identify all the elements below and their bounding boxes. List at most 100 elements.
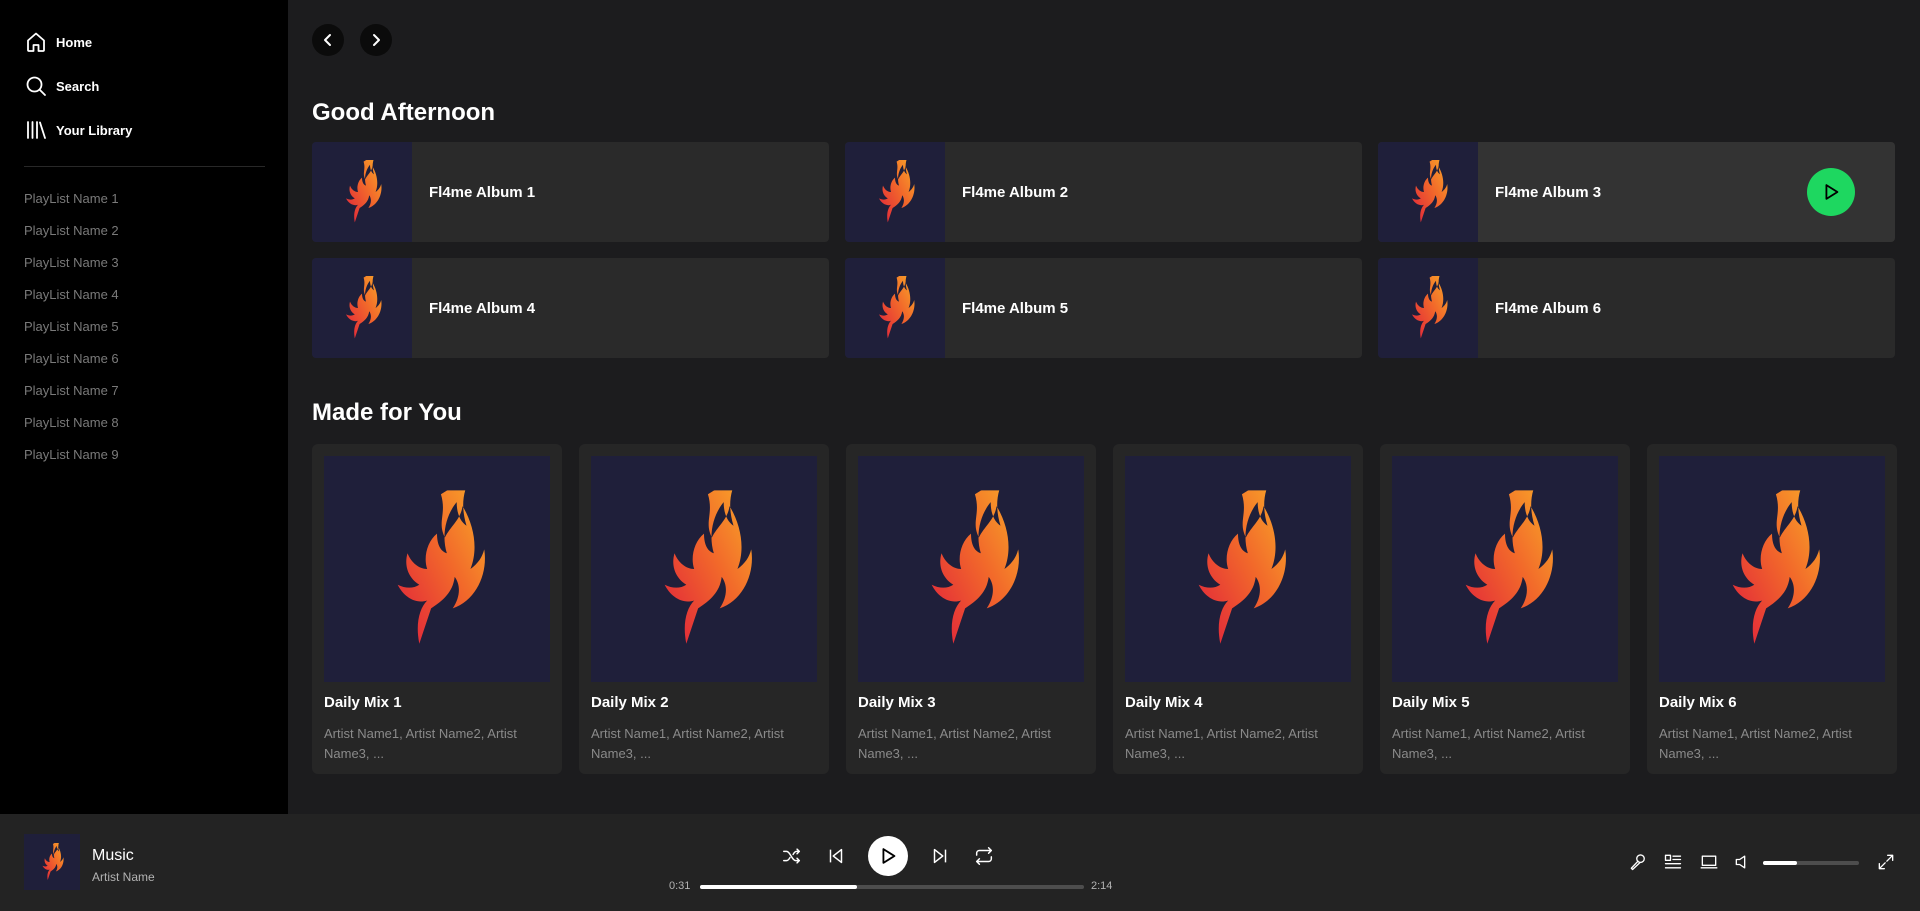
flame-logo-icon — [1713, 490, 1831, 648]
album-cover — [312, 142, 412, 242]
album-card[interactable]: Fl4me Album 6 — [1378, 258, 1895, 358]
mix-subtitle: Artist Name1, Artist Name2, Artist Name3… — [1659, 726, 1852, 761]
sidebar-playlist-item[interactable]: PlayList Name 1 — [24, 191, 288, 223]
now-playing-title[interactable]: Music — [92, 847, 134, 865]
elapsed-time: 0:31 — [669, 880, 691, 892]
album-title: Fl4me Album 6 — [1495, 299, 1602, 317]
flame-logo-icon — [378, 490, 496, 648]
fullscreen-button[interactable] — [1875, 851, 1897, 873]
flame-logo-icon — [1446, 490, 1564, 648]
sidebar-playlist-item[interactable]: PlayList Name 7 — [24, 383, 288, 415]
mix-subtitle: Artist Name1, Artist Name2, Artist Name3… — [591, 726, 784, 761]
progress-bar[interactable] — [700, 885, 1084, 889]
album-card[interactable]: Fl4me Album 1 — [312, 142, 829, 242]
nav-home[interactable]: Home — [24, 20, 288, 64]
volume-icon — [1735, 855, 1746, 869]
volume-button[interactable] — [1732, 851, 1754, 873]
microphone-icon — [1630, 854, 1645, 871]
mix-title: Daily Mix 2 — [591, 694, 669, 711]
mix-card[interactable]: Daily Mix 1 Artist Name1, Artist Name2, … — [312, 444, 562, 774]
sidebar-playlist-item[interactable]: PlayList Name 8 — [24, 415, 288, 447]
play-icon — [882, 848, 896, 864]
repeat-button[interactable] — [972, 844, 996, 868]
flame-logo-icon — [334, 160, 390, 224]
mix-card[interactable]: Daily Mix 5 Artist Name1, Artist Name2, … — [1380, 444, 1630, 774]
history-nav — [312, 24, 1896, 56]
mix-title: Daily Mix 3 — [858, 694, 936, 711]
mix-subtitle: Artist Name1, Artist Name2, Artist Name3… — [1125, 726, 1318, 761]
library-icon — [27, 121, 46, 139]
sidebar-playlist-item[interactable]: PlayList Name 5 — [24, 319, 288, 351]
mix-card[interactable]: Daily Mix 3 Artist Name1, Artist Name2, … — [846, 444, 1096, 774]
sidebar-playlist-item[interactable]: PlayList Name 2 — [24, 223, 288, 255]
playback-controls — [780, 836, 996, 876]
shuffle-icon — [783, 848, 801, 864]
next-button[interactable] — [928, 844, 952, 868]
flame-logo-icon — [1400, 276, 1456, 340]
mix-cover — [858, 456, 1084, 682]
album-card[interactable]: Fl4me Album 4 — [312, 258, 829, 358]
repeat-icon — [975, 847, 993, 865]
mix-subtitle: Artist Name1, Artist Name2, Artist Name3… — [858, 726, 1051, 761]
album-cover — [312, 258, 412, 358]
mix-cover — [1125, 456, 1351, 682]
nav-library-label: Your Library — [56, 122, 133, 138]
album-cover — [845, 258, 945, 358]
album-card[interactable]: Fl4me Album 5 — [845, 258, 1362, 358]
album-card[interactable]: Fl4me Album 3 — [1378, 142, 1895, 242]
sidebar-playlist-item[interactable]: PlayList Name 9 — [24, 447, 288, 479]
flame-logo-icon — [37, 843, 67, 881]
flame-logo-icon — [1400, 160, 1456, 224]
expand-icon — [1878, 854, 1894, 870]
sidebar-playlist-item[interactable]: PlayList Name 6 — [24, 351, 288, 383]
progress-fill — [700, 885, 858, 889]
album-title: Fl4me Album 1 — [429, 183, 536, 201]
main-content: Good Afternoon Fl4me Album 1 Fl4me Album… — [288, 0, 1920, 814]
album-title: Fl4me Album 4 — [429, 299, 536, 317]
album-grid: Fl4me Album 1 Fl4me Album 2 Fl4me Album … — [312, 142, 1896, 358]
mix-cover — [591, 456, 817, 682]
forward-button[interactable] — [360, 24, 392, 56]
shuffle-button[interactable] — [780, 844, 804, 868]
home-icon — [27, 32, 45, 52]
skip-back-icon — [829, 848, 843, 864]
mix-card[interactable]: Daily Mix 6 Artist Name1, Artist Name2, … — [1647, 444, 1897, 774]
now-playing-artist[interactable]: Artist Name — [92, 870, 155, 884]
play-pause-button[interactable] — [868, 836, 908, 876]
flame-logo-icon — [867, 160, 923, 224]
chevron-right-icon — [373, 34, 380, 46]
sidebar-divider — [24, 166, 265, 167]
mix-cover — [324, 456, 550, 682]
mix-title: Daily Mix 5 — [1392, 694, 1470, 711]
made-for-you-title: Made for You — [312, 399, 462, 426]
now-playing-cover[interactable] — [24, 834, 80, 890]
duration-time: 2:14 — [1091, 880, 1113, 892]
previous-button[interactable] — [824, 844, 848, 868]
album-card[interactable]: Fl4me Album 2 — [845, 142, 1362, 242]
queue-icon — [1664, 854, 1682, 869]
back-button[interactable] — [312, 24, 344, 56]
album-play-button[interactable] — [1807, 168, 1855, 216]
album-title: Fl4me Album 5 — [962, 299, 1069, 317]
album-title: Fl4me Album 3 — [1495, 183, 1602, 201]
queue-button[interactable] — [1662, 851, 1684, 873]
sidebar-playlist-item[interactable]: PlayList Name 4 — [24, 287, 288, 319]
volume-fill — [1763, 861, 1797, 865]
device-button[interactable] — [1698, 851, 1720, 873]
laptop-icon — [1700, 855, 1718, 869]
search-icon — [26, 76, 46, 96]
nav-search[interactable]: Search — [24, 64, 288, 108]
nav-library[interactable]: Your Library — [24, 108, 288, 152]
lyrics-button[interactable] — [1627, 851, 1649, 873]
mix-card[interactable]: Daily Mix 2 Artist Name1, Artist Name2, … — [579, 444, 829, 774]
album-cover — [1378, 258, 1478, 358]
greeting-title: Good Afternoon — [312, 99, 496, 126]
volume-slider[interactable] — [1763, 861, 1859, 865]
mix-title: Daily Mix 4 — [1125, 694, 1203, 711]
mix-title: Daily Mix 6 — [1659, 694, 1737, 711]
mix-card[interactable]: Daily Mix 4 Artist Name1, Artist Name2, … — [1113, 444, 1363, 774]
flame-logo-icon — [912, 490, 1030, 648]
app-root: Home Search Your Library PlayList Name 1… — [0, 0, 1920, 911]
sidebar-playlist-item[interactable]: PlayList Name 3 — [24, 255, 288, 287]
play-icon — [1825, 184, 1839, 200]
